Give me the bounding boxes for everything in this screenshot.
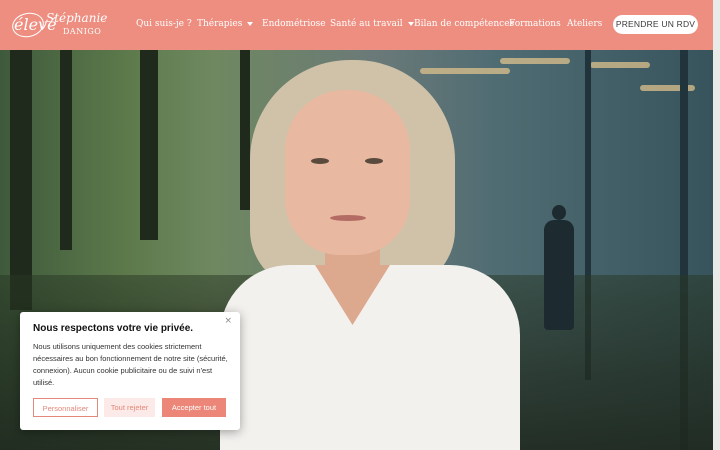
reject-all-button[interactable]: Tout rejeter [104,398,155,417]
accept-all-button[interactable]: Accepter tout [162,398,226,417]
logo-name: Stéphanie [46,11,108,25]
chevron-down-icon [407,21,414,26]
nav-label: Ateliers [567,19,603,29]
nav-item-qui-suis-je[interactable]: Qui suis-je ? [136,17,192,31]
portrait-face [285,90,410,255]
portrait-eye [311,158,329,164]
logo-surname: DANIGO [63,27,102,36]
nav-item-sante-au-travail[interactable]: Santé au travail [330,17,414,31]
nav-item-ateliers[interactable]: Ateliers [567,17,602,31]
portrait-mouth [330,215,366,221]
nav-label: Qui suis-je ? [136,19,192,29]
ceiling-light [590,62,650,68]
cookie-consent-dialog: × Nous respectons votre vie privée. Nous… [20,312,240,430]
nav-item-therapies[interactable]: Thérapies [197,17,254,31]
customize-button[interactable]: Personnaliser [33,398,98,417]
site-header: élevé Stéphanie DANIGO Qui suis-je ? Thé… [0,0,713,50]
scrollbar-track[interactable] [713,0,720,450]
tree-trunk [60,50,72,250]
nav-item-formations[interactable]: Formations [509,17,561,31]
nav-label: Endométriose [262,19,326,29]
book-appointment-button[interactable]: PRENDRE UN RDV [613,15,698,34]
nav-label: Thérapies [197,19,243,29]
background-person [540,205,578,330]
nav-item-bilan-de-competences[interactable]: Bilan de compétences [414,17,514,31]
site-logo[interactable]: élevé Stéphanie DANIGO [9,9,108,41]
portrait [220,60,520,450]
cookie-title: Nous respectons votre vie privée. [33,323,194,334]
nav-label: Santé au travail [330,19,403,29]
nav-label: Bilan de compétences [414,19,515,29]
portrait-eye [365,158,383,164]
nav-label: Formations [509,19,561,29]
nav-item-endometriose[interactable]: Endométriose [262,17,326,31]
chevron-down-icon [247,21,254,26]
silhouette-head [552,205,566,220]
tree-trunk [140,50,158,240]
silhouette-body [544,220,574,330]
close-icon[interactable]: × [224,316,232,326]
tree-trunk [10,50,32,310]
cookie-text: Nous utilisons uniquement des cookies st… [33,342,228,387]
